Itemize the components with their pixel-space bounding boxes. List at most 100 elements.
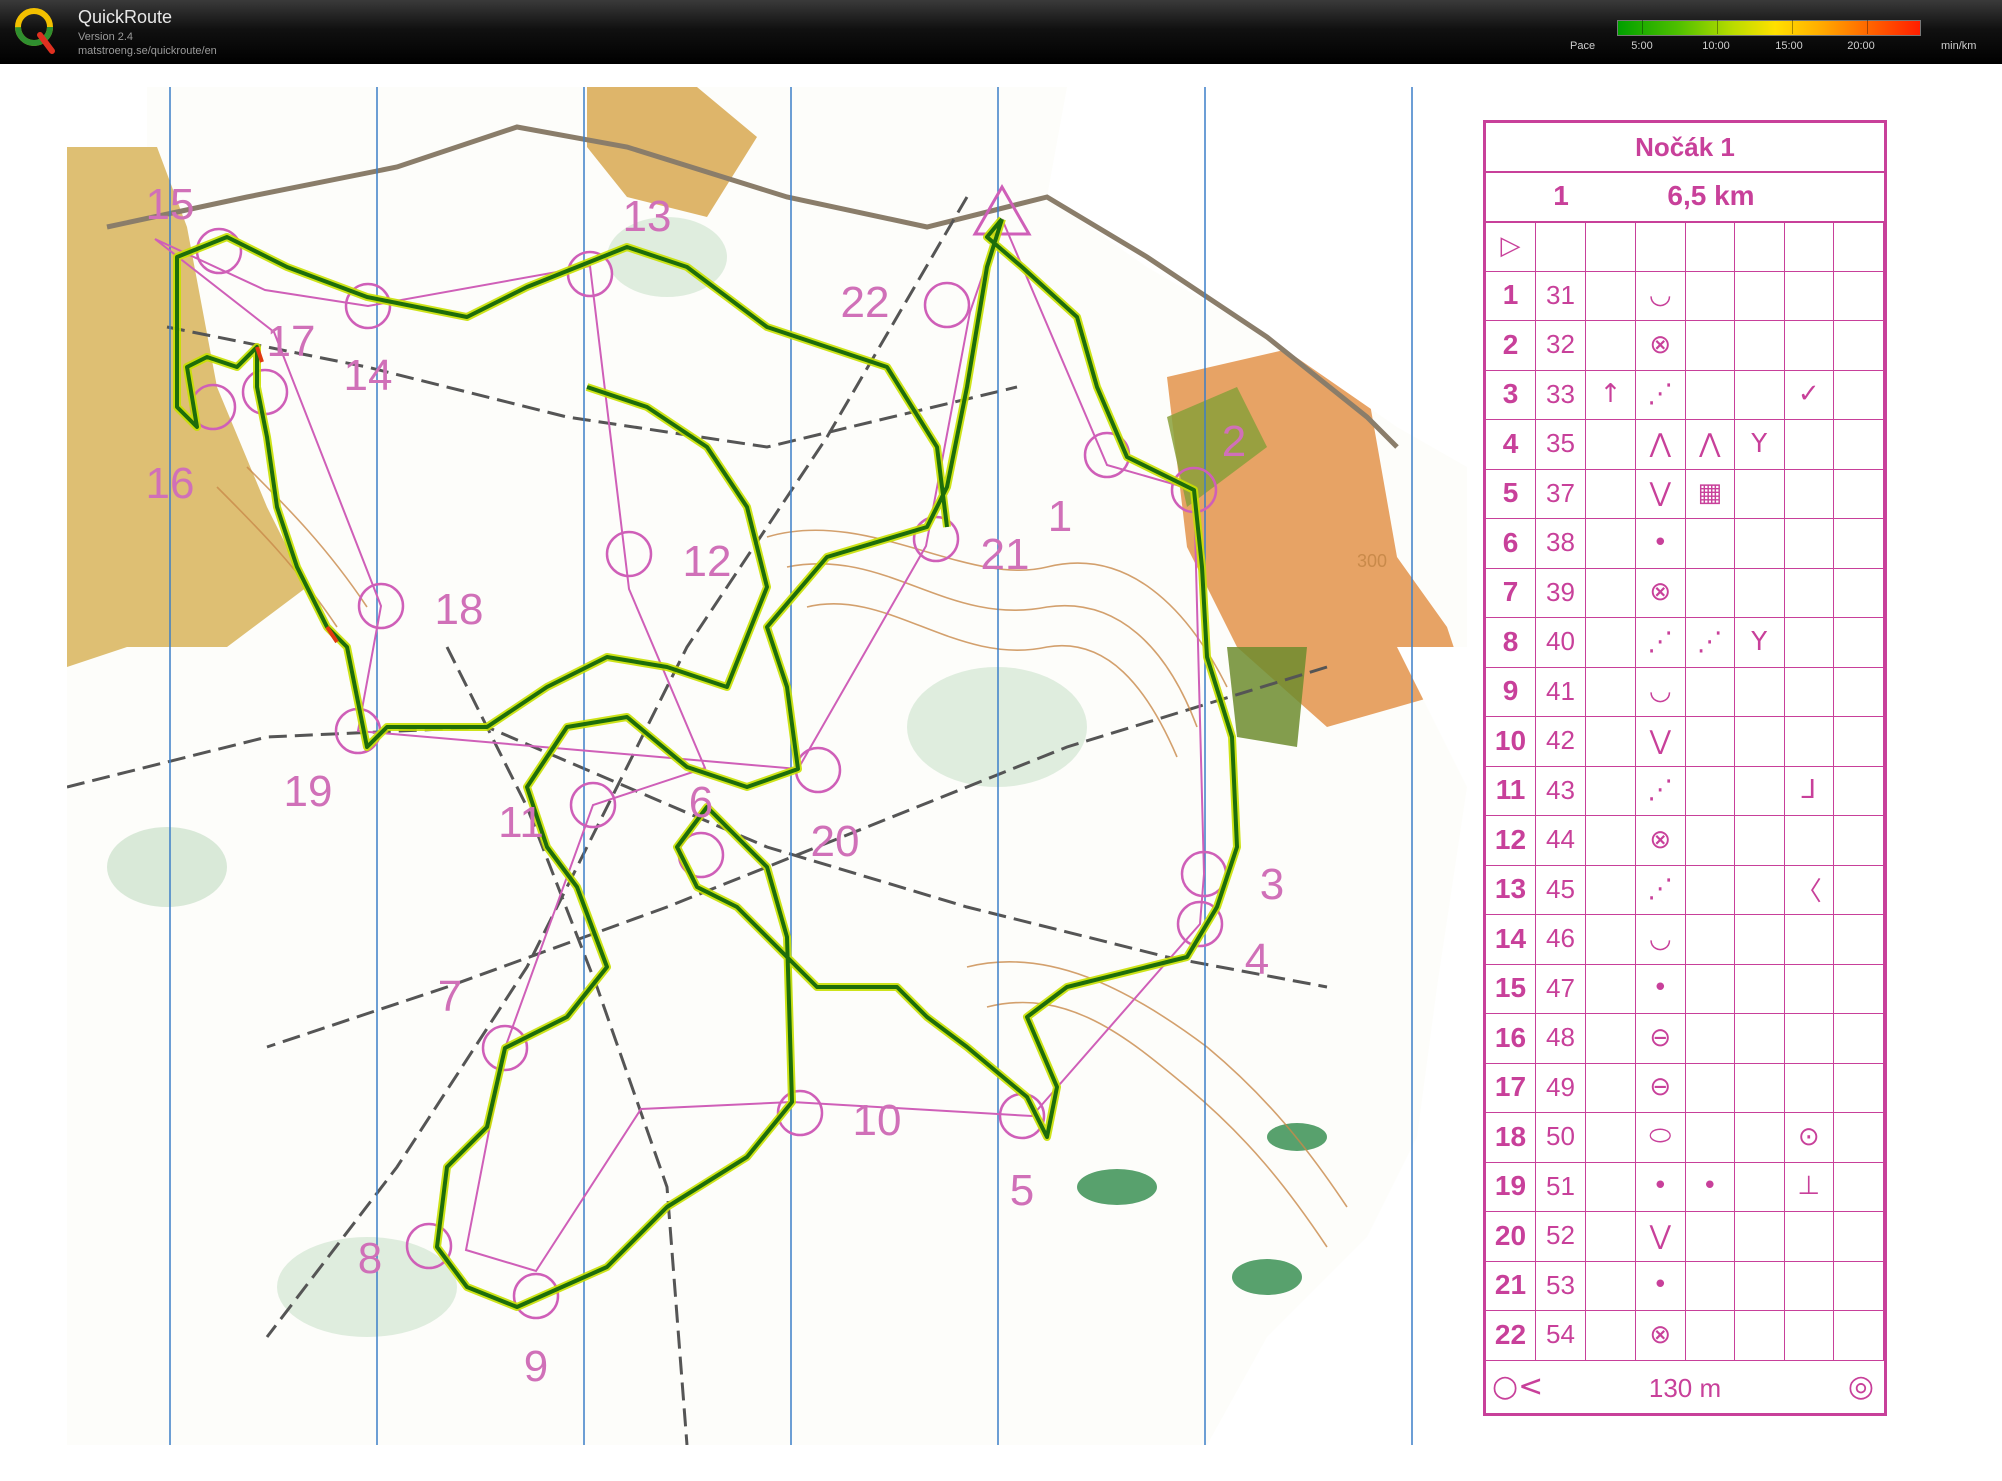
control-number-22: 22 — [840, 278, 890, 327]
control-e-cell: ⋰ — [1686, 617, 1735, 667]
control-g-cell: ⅃ — [1785, 765, 1834, 815]
control-c-cell: ↑ — [1586, 369, 1636, 419]
control-code-cell: 51 — [1536, 1161, 1586, 1211]
control-f-cell — [1735, 914, 1785, 964]
control-row: 6 38 • — [1486, 518, 1884, 569]
control-code-cell: 38 — [1536, 518, 1586, 568]
control-e-cell — [1686, 1112, 1735, 1162]
control-e-cell — [1686, 1062, 1735, 1112]
control-code-cell: 52 — [1536, 1211, 1586, 1261]
control-g-cell — [1785, 914, 1834, 964]
control-c-cell — [1586, 666, 1636, 716]
control-g-cell — [1785, 617, 1834, 667]
control-e-cell — [1686, 765, 1735, 815]
control-c-cell — [1586, 518, 1636, 568]
control-h-cell — [1834, 963, 1884, 1013]
control-e-cell: ▦ — [1686, 468, 1735, 518]
control-number-2: 2 — [1221, 417, 1247, 466]
control-d-cell: • — [1636, 1260, 1686, 1310]
pace-tick-label: 5:00 — [1631, 40, 1653, 52]
finish-row: ○< 130 m ◎ — [1486, 1363, 1884, 1413]
desc-cell — [1785, 221, 1834, 271]
control-g-cell — [1785, 1260, 1834, 1310]
control-h-cell — [1834, 864, 1884, 914]
control-e-cell — [1686, 270, 1735, 320]
control-h-cell — [1834, 1013, 1884, 1063]
control-c-cell — [1586, 1062, 1636, 1112]
control-num-cell: 17 — [1486, 1062, 1536, 1112]
desc-cell — [1586, 221, 1636, 271]
control-g-cell — [1785, 1013, 1834, 1063]
control-h-cell — [1834, 369, 1884, 419]
control-row: 12 44 ⊗ — [1486, 815, 1884, 866]
course-length: 6,5 km — [1667, 180, 1755, 211]
control-d-cell: ⋁ — [1636, 468, 1686, 518]
control-f-cell — [1735, 864, 1785, 914]
control-number-7: 7 — [437, 972, 463, 1021]
control-f-cell — [1735, 815, 1785, 865]
control-e-cell — [1686, 815, 1735, 865]
control-num-cell: 9 — [1486, 666, 1536, 716]
desc-cell — [1735, 221, 1785, 271]
control-c-cell — [1586, 419, 1636, 469]
start-row: ▷ — [1486, 221, 1884, 272]
control-c-cell — [1586, 1310, 1636, 1360]
orienteering-map[interactable]: 300 1 2 3 4 5 6 7 8 9 10 11 12 13 14 15 … — [67, 87, 1467, 1445]
control-d-cell: ⊗ — [1636, 1310, 1686, 1360]
control-code-cell: 39 — [1536, 567, 1586, 617]
control-code-cell: 53 — [1536, 1260, 1586, 1310]
control-d-cell: ◡ — [1636, 914, 1686, 964]
control-f-cell — [1735, 765, 1785, 815]
control-g-cell: 〈 — [1785, 864, 1834, 914]
control-code-cell: 35 — [1536, 419, 1586, 469]
control-g-cell — [1785, 1062, 1834, 1112]
control-c-cell — [1586, 864, 1636, 914]
control-h-cell — [1834, 1310, 1884, 1360]
control-d-cell: ⋁ — [1636, 716, 1686, 766]
control-c-cell — [1586, 320, 1636, 370]
control-num-cell: 7 — [1486, 567, 1536, 617]
control-d-cell: • — [1636, 963, 1686, 1013]
control-f-cell — [1735, 1062, 1785, 1112]
control-g-cell — [1785, 320, 1834, 370]
control-g-cell — [1785, 666, 1834, 716]
control-row: 17 49 ⊖ — [1486, 1062, 1884, 1113]
control-num-cell: 15 — [1486, 963, 1536, 1013]
app-url[interactable]: matstroeng.se/quickroute/en — [78, 45, 217, 57]
control-c-cell — [1586, 1013, 1636, 1063]
control-h-cell — [1834, 270, 1884, 320]
pace-label: Pace — [1570, 40, 1596, 52]
control-code-cell: 41 — [1536, 666, 1586, 716]
contour-value-label: 300 — [1357, 551, 1387, 571]
control-code-cell: 46 — [1536, 914, 1586, 964]
control-row: 1 31 ◡ — [1486, 270, 1884, 321]
control-row: 11 43 ⋰ ⅃ — [1486, 765, 1884, 816]
control-c-cell — [1586, 1260, 1636, 1310]
map-graphics: 300 — [67, 87, 1467, 1445]
control-number-12: 12 — [682, 537, 732, 586]
control-h-cell — [1834, 914, 1884, 964]
control-g-cell — [1785, 419, 1834, 469]
control-c-cell — [1586, 765, 1636, 815]
course-header: 1 6,5 km — [1486, 171, 1884, 223]
control-f-cell — [1735, 518, 1785, 568]
control-number-16: 16 — [145, 459, 195, 508]
control-e-cell: ⋀ — [1686, 419, 1735, 469]
control-number-1: 1 — [1047, 492, 1073, 541]
control-d-cell: ⋀ — [1636, 419, 1686, 469]
control-e-cell — [1686, 320, 1735, 370]
control-code-cell: 37 — [1536, 468, 1586, 518]
control-num-cell: 21 — [1486, 1260, 1536, 1310]
app-version: Version 2.4 — [78, 31, 134, 43]
pace-tick-label: 15:00 — [1775, 40, 1803, 52]
control-f-cell — [1735, 1211, 1785, 1261]
control-code-cell: 44 — [1536, 815, 1586, 865]
control-g-cell — [1785, 567, 1834, 617]
control-h-cell — [1834, 716, 1884, 766]
control-c-cell — [1586, 617, 1636, 667]
control-e-cell — [1686, 963, 1735, 1013]
control-d-cell: ⊗ — [1636, 815, 1686, 865]
control-number-20: 20 — [810, 817, 860, 866]
control-row: 4 35 ⋀ ⋀ Y — [1486, 419, 1884, 470]
control-d-cell: ⋁ — [1636, 1211, 1686, 1261]
